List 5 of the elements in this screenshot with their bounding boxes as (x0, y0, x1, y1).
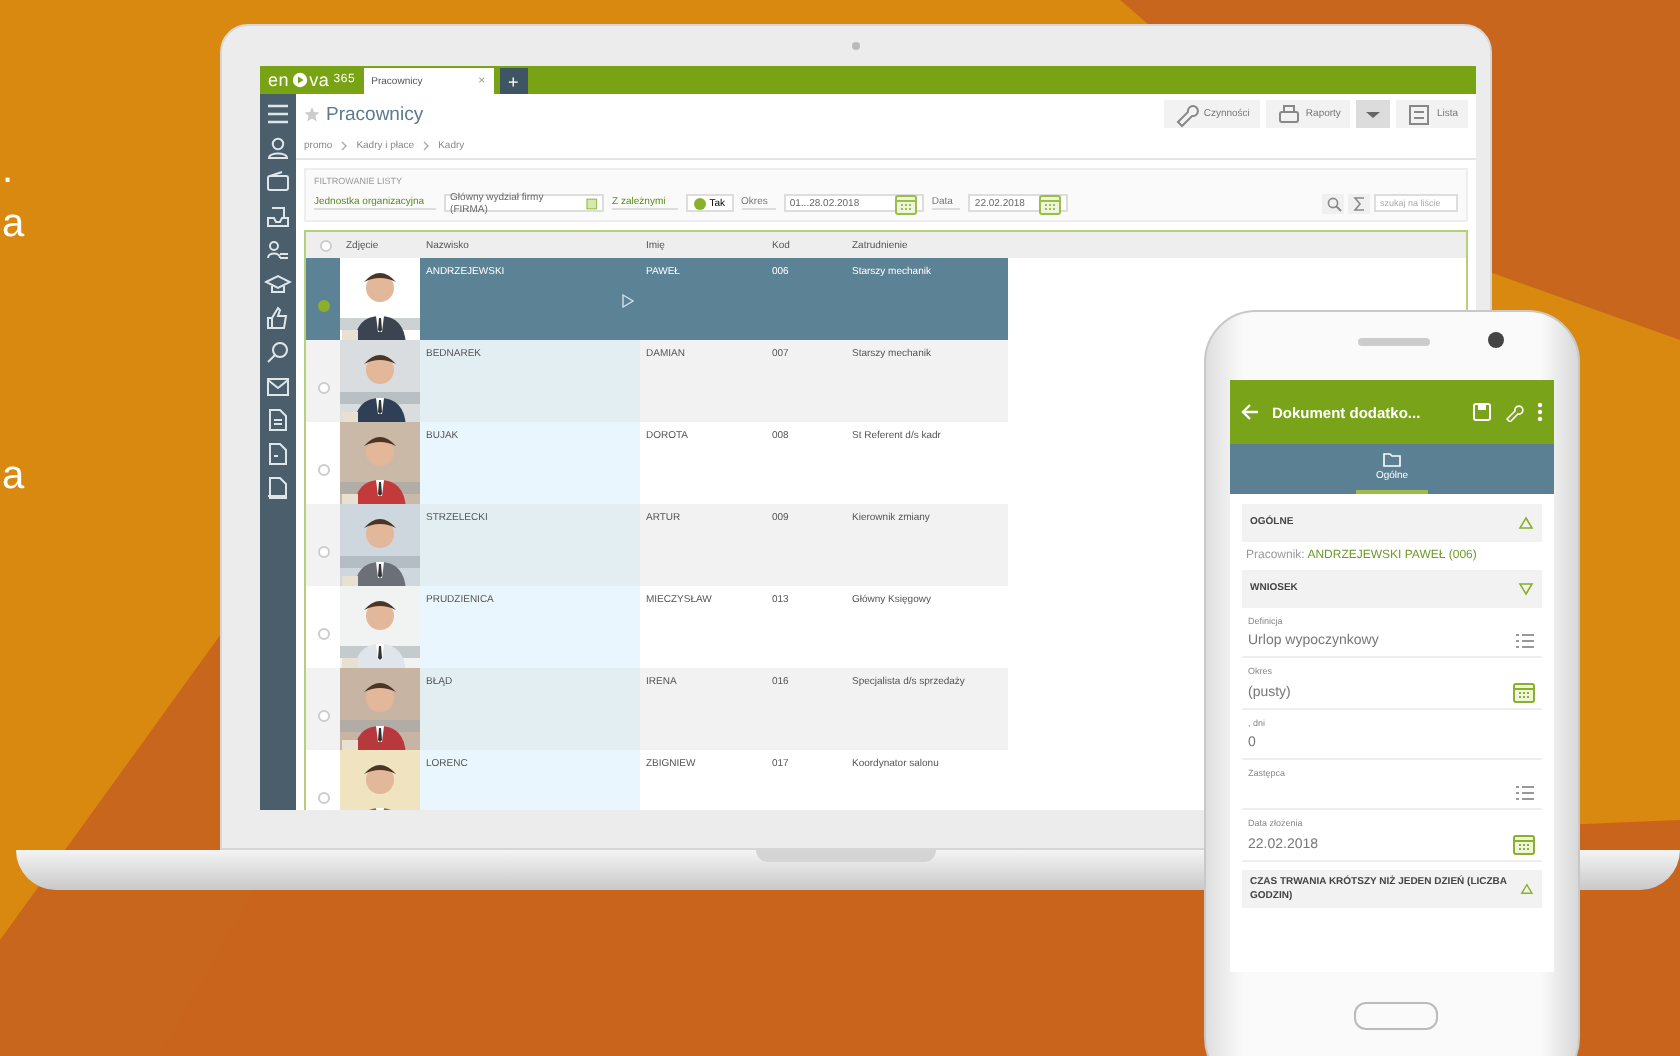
edge-text: . (2, 150, 14, 190)
edge-text: a (2, 204, 25, 244)
page-title: Pracownicy (326, 103, 424, 125)
edge-text: a (2, 456, 25, 496)
add-tab-button[interactable]: + (499, 68, 528, 94)
